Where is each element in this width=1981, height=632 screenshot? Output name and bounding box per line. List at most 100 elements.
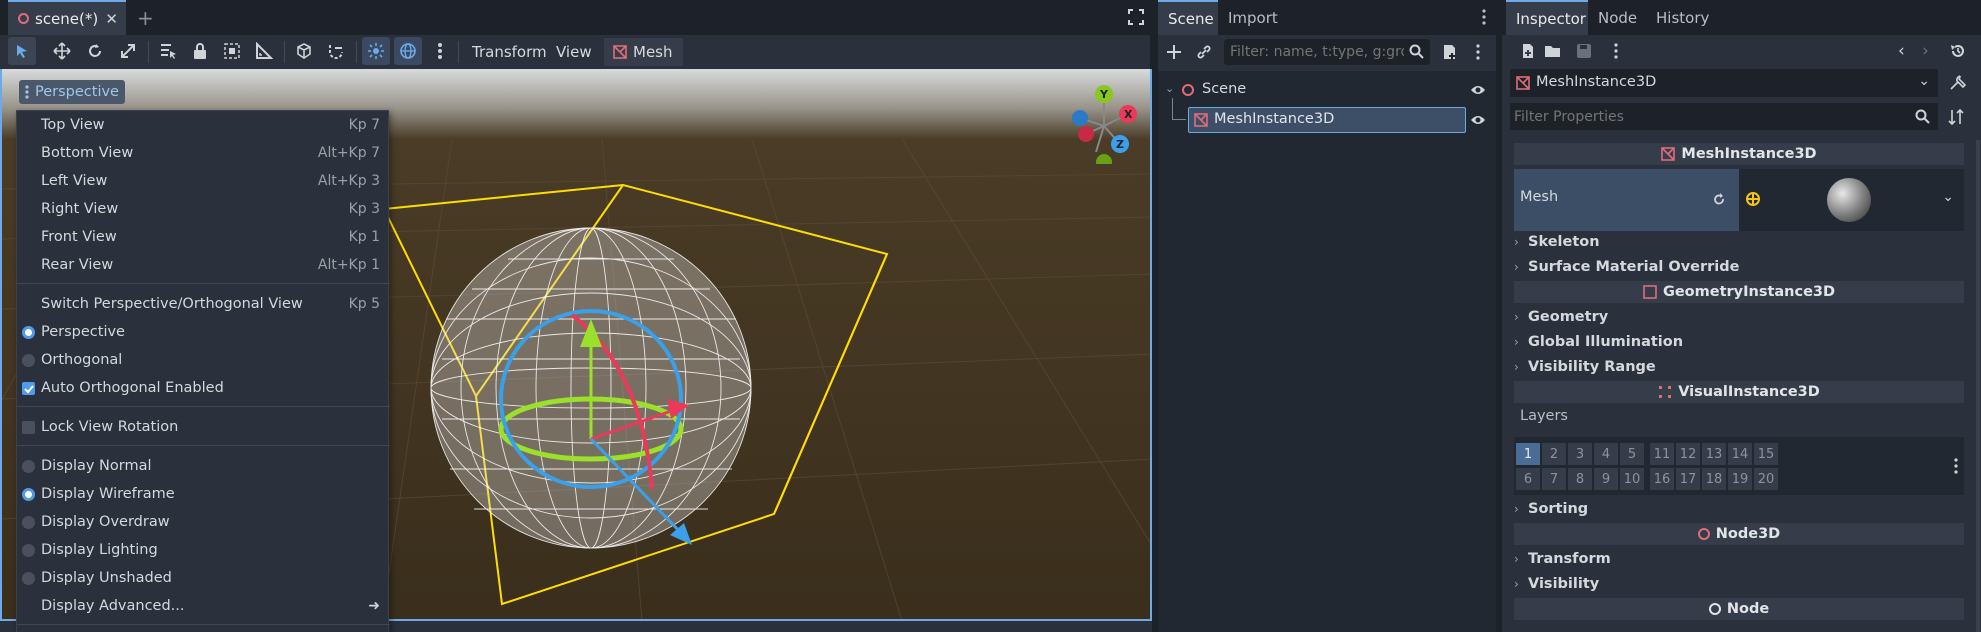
tab-history[interactable]: History	[1646, 0, 1719, 35]
scene-filter-field[interactable]	[1224, 39, 1430, 65]
section-transform[interactable]: › Transform	[1514, 547, 1611, 571]
tree-item-scene[interactable]: Scene	[1202, 81, 1246, 97]
layer-bit-12[interactable]: 12	[1676, 443, 1700, 465]
section-visualinstance3d[interactable]: VisualInstance3D	[1514, 381, 1964, 403]
layers-menu-icon[interactable]	[1954, 458, 1958, 474]
open-folder-icon[interactable]	[1544, 43, 1561, 58]
layer-bit-15[interactable]: 15	[1754, 443, 1778, 465]
menu-item-right-view[interactable]: Right View Kp 3	[17, 195, 390, 223]
view-orientation-gizmo[interactable]: Y X Z	[1062, 84, 1142, 164]
tree-item-meshinstance3d[interactable]: MeshInstance3D	[1188, 107, 1466, 133]
menu-item-display-advanced[interactable]: Display Advanced... ➜	[17, 592, 390, 620]
menu-item-left-view[interactable]: Left View Alt+Kp 3	[17, 167, 390, 195]
property-filter-field[interactable]	[1510, 103, 1938, 130]
expand-arrow-icon[interactable]: ⌄	[1165, 82, 1174, 95]
move-tool-button[interactable]	[48, 37, 76, 65]
scale-tool-button[interactable]	[114, 37, 142, 65]
section-surface-material-override[interactable]: › Surface Material Override	[1514, 255, 1740, 279]
chevron-down-icon[interactable]: ⌄	[1942, 189, 1954, 205]
layer-bit-16[interactable]: 16	[1650, 468, 1674, 490]
visibility-eye-icon[interactable]	[1470, 114, 1486, 126]
menu-item-lock-view-rotation[interactable]: Lock View Rotation	[17, 413, 390, 441]
section-visibility-range[interactable]: › Visibility Range	[1514, 355, 1656, 379]
more-options-button[interactable]	[426, 37, 454, 65]
sort-icon[interactable]	[1948, 108, 1966, 126]
menu-item-front-view[interactable]: Front View Kp 1	[17, 223, 390, 251]
section-visibility[interactable]: › Visibility	[1514, 572, 1599, 596]
layer-bit-19[interactable]: 19	[1728, 468, 1752, 490]
section-sorting[interactable]: › Sorting	[1514, 497, 1588, 521]
section-geometry[interactable]: › Geometry	[1514, 305, 1608, 329]
menu-item-display-lighting[interactable]: Display Lighting	[17, 536, 390, 564]
new-resource-icon[interactable]	[1520, 43, 1536, 59]
dock-menu-icon[interactable]	[1482, 9, 1486, 25]
object-history-icon[interactable]	[1950, 43, 1966, 59]
menu-item-display-normal[interactable]: Display Normal	[17, 452, 390, 480]
menu-item-bottom-view[interactable]: Bottom View Alt+Kp 7	[17, 139, 390, 167]
tools-icon[interactable]	[1948, 74, 1966, 92]
section-global-illumination[interactable]: › Global Illumination	[1514, 330, 1683, 354]
menu-item-display-overdraw[interactable]: Display Overdraw	[17, 508, 390, 536]
layer-bit-17[interactable]: 17	[1676, 468, 1700, 490]
menu-item-perspective[interactable]: Perspective	[17, 318, 390, 346]
visibility-eye-icon[interactable]	[1470, 84, 1486, 96]
layer-bit-18[interactable]: 18	[1702, 468, 1726, 490]
menu-item-top-view[interactable]: Top View Kp 7	[17, 111, 390, 139]
menu-item-switch-perspective[interactable]: Switch Perspective/Orthogonal View Kp 5	[17, 290, 390, 318]
scene-options-icon[interactable]	[1476, 44, 1480, 60]
add-node-icon[interactable]	[1166, 44, 1182, 60]
ruler-button[interactable]	[250, 37, 278, 65]
local-space-button[interactable]	[290, 37, 318, 65]
lock-button[interactable]	[186, 37, 214, 65]
menu-item-orthogonal[interactable]: Orthogonal	[17, 346, 390, 374]
link-icon[interactable]	[1196, 44, 1212, 60]
tab-scene-file[interactable]: scene(*) ✕	[8, 0, 126, 35]
section-meshinstance3d[interactable]: MeshInstance3D	[1514, 143, 1964, 165]
menu-item-auto-orthogonal[interactable]: Auto Orthogonal Enabled	[17, 374, 390, 402]
list-select-button[interactable]	[154, 37, 182, 65]
section-skeleton[interactable]: › Skeleton	[1514, 230, 1600, 254]
layer-bit-14[interactable]: 14	[1728, 443, 1752, 465]
attach-script-icon[interactable]	[1440, 43, 1458, 61]
transform-menu[interactable]: Transform	[466, 38, 553, 66]
environment-preview-button[interactable]	[394, 37, 422, 65]
perspective-menu-button[interactable]: Perspective	[19, 80, 125, 104]
select-tool-button[interactable]	[8, 37, 36, 65]
mesh-resource-picker[interactable]: ⌄	[1739, 169, 1964, 231]
sun-preview-button[interactable]	[362, 37, 390, 65]
layer-bit-8[interactable]: 8	[1568, 468, 1592, 490]
mesh-menu[interactable]: Mesh	[604, 38, 683, 66]
menu-item-rear-view[interactable]: Rear View Alt+Kp 1	[17, 251, 390, 279]
layer-bit-3[interactable]: 3	[1568, 443, 1592, 465]
snap-button[interactable]	[322, 37, 350, 65]
layer-bit-10[interactable]: 10	[1620, 468, 1644, 490]
save-icon[interactable]	[1576, 43, 1592, 59]
layer-bit-1[interactable]: 1	[1516, 443, 1540, 465]
layer-bit-4[interactable]: 4	[1594, 443, 1618, 465]
group-button[interactable]	[218, 37, 246, 65]
rotate-tool-button[interactable]	[81, 37, 109, 65]
menu-item-display-wireframe[interactable]: Display Wireframe	[17, 480, 390, 508]
property-filter-input[interactable]	[1514, 106, 1904, 127]
layer-bit-6[interactable]: 6	[1516, 468, 1540, 490]
tab-import[interactable]: Import	[1218, 0, 1288, 35]
tab-inspector[interactable]: Inspector	[1506, 0, 1588, 35]
distraction-free-icon[interactable]	[1128, 9, 1144, 25]
layer-bit-2[interactable]: 2	[1542, 443, 1566, 465]
add-tab-icon[interactable]: +	[137, 6, 154, 30]
layer-bit-9[interactable]: 9	[1594, 468, 1618, 490]
scene-filter-input[interactable]	[1230, 42, 1404, 62]
view-menu[interactable]: View	[550, 38, 598, 66]
revert-icon[interactable]	[1712, 192, 1726, 206]
history-forward-icon[interactable]: ›	[1922, 41, 1929, 61]
inspector-scrollbar[interactable]	[1976, 140, 1980, 632]
layer-bit-11[interactable]: 11	[1650, 443, 1674, 465]
history-back-icon[interactable]: ‹	[1898, 41, 1905, 61]
section-geometryinstance3d[interactable]: GeometryInstance3D	[1514, 281, 1964, 303]
menu-item-display-unshaded[interactable]: Display Unshaded	[17, 564, 390, 592]
layer-bit-7[interactable]: 7	[1542, 468, 1566, 490]
tab-node[interactable]: Node	[1588, 0, 1647, 35]
section-node3d[interactable]: Node3D	[1514, 523, 1964, 545]
layer-bit-13[interactable]: 13	[1702, 443, 1726, 465]
section-node[interactable]: Node	[1514, 598, 1964, 620]
